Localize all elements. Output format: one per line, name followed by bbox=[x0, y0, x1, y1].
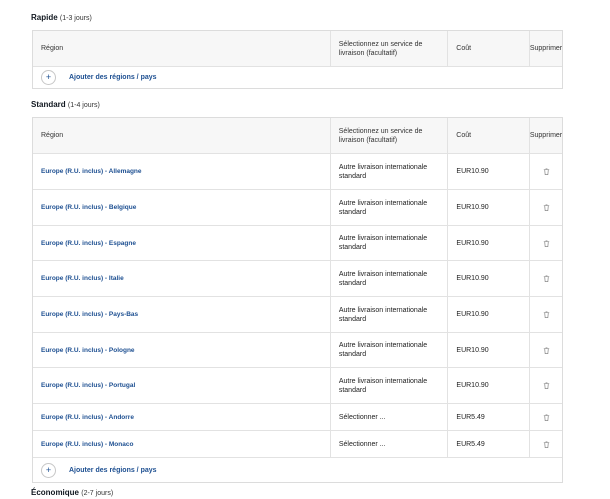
cost-value[interactable]: EUR5.49 bbox=[456, 413, 484, 422]
table-row: Europe (R.U. inclus) - Pays-Bas Autre li… bbox=[33, 296, 562, 332]
service-select[interactable]: Autre livraison internationale standard bbox=[339, 234, 448, 252]
service-select[interactable]: Autre livraison internationale standard bbox=[339, 163, 448, 181]
rapide-table: Région Sélectionnez un service de livrai… bbox=[32, 30, 563, 89]
trash-icon[interactable] bbox=[542, 440, 551, 449]
table-row: Europe (R.U. inclus) - Espagne Autre liv… bbox=[33, 225, 562, 260]
service-select[interactable]: Autre livraison internationale standard bbox=[339, 377, 448, 395]
region-link[interactable]: Europe (R.U. inclus) - Allemagne bbox=[41, 167, 142, 176]
trash-icon[interactable] bbox=[542, 274, 551, 283]
section-days: (2-7 jours) bbox=[81, 490, 114, 497]
service-select[interactable]: Autre livraison internationale standard bbox=[339, 270, 448, 288]
column-header-delete: Supprimer bbox=[528, 31, 562, 66]
section-title-rapide: Rapide (1-3 jours) bbox=[31, 13, 92, 22]
plus-circle-icon[interactable]: + bbox=[41, 70, 56, 85]
table-row: Europe (R.U. inclus) - Allemagne Autre l… bbox=[33, 153, 562, 189]
trash-icon[interactable] bbox=[542, 167, 551, 176]
table-row: Europe (R.U. inclus) - Monaco Sélectionn… bbox=[33, 430, 562, 457]
column-header-service: Sélectionnez un service de livraison (fa… bbox=[329, 31, 448, 66]
add-regions-label[interactable]: Ajouter des régions / pays bbox=[69, 74, 157, 81]
table-row: Europe (R.U. inclus) - Belgique Autre li… bbox=[33, 189, 562, 225]
region-link[interactable]: Europe (R.U. inclus) - Portugal bbox=[41, 381, 135, 390]
section-days: (1-4 jours) bbox=[67, 102, 100, 109]
service-select[interactable]: Autre livraison internationale standard bbox=[339, 341, 448, 359]
section-days: (1-3 jours) bbox=[59, 15, 92, 22]
cost-value[interactable]: EUR10.90 bbox=[456, 203, 488, 212]
add-regions-button[interactable]: + Ajouter des régions / pays bbox=[33, 66, 562, 88]
region-link[interactable]: Europe (R.U. inclus) - Pays-Bas bbox=[41, 310, 138, 319]
table-row: Europe (R.U. inclus) - Pologne Autre liv… bbox=[33, 332, 562, 367]
column-header-cost: Coût bbox=[447, 31, 529, 66]
region-link[interactable]: Europe (R.U. inclus) - Pologne bbox=[41, 346, 135, 355]
service-select[interactable]: Sélectionner ... bbox=[339, 413, 386, 422]
region-link[interactable]: Europe (R.U. inclus) - Andorre bbox=[41, 413, 134, 422]
section-name: Rapide bbox=[31, 13, 58, 22]
column-header-cost: Coût bbox=[447, 118, 529, 153]
trash-icon[interactable] bbox=[542, 381, 551, 390]
service-select[interactable]: Autre livraison internationale standard bbox=[339, 199, 448, 217]
trash-icon[interactable] bbox=[542, 346, 551, 355]
cost-value[interactable]: EUR10.90 bbox=[456, 346, 488, 355]
column-header-delete: Supprimer bbox=[528, 118, 562, 153]
column-header-service: Sélectionnez un service de livraison (fa… bbox=[329, 118, 448, 153]
table-row: Europe (R.U. inclus) - Italie Autre livr… bbox=[33, 260, 562, 296]
cost-value[interactable]: EUR10.90 bbox=[456, 310, 488, 319]
region-link[interactable]: Europe (R.U. inclus) - Belgique bbox=[41, 203, 136, 212]
trash-icon[interactable] bbox=[542, 239, 551, 248]
add-regions-label[interactable]: Ajouter des régions / pays bbox=[69, 467, 157, 474]
service-select[interactable]: Autre livraison internationale standard bbox=[339, 306, 448, 324]
column-header-region: Région bbox=[41, 132, 64, 139]
trash-icon[interactable] bbox=[542, 310, 551, 319]
standard-table: Région Sélectionnez un service de livrai… bbox=[32, 117, 563, 483]
table-row: Europe (R.U. inclus) - Andorre Sélection… bbox=[33, 403, 562, 430]
cost-value[interactable]: EUR10.90 bbox=[456, 274, 488, 283]
cost-value[interactable]: EUR5.49 bbox=[456, 440, 484, 449]
cost-value[interactable]: EUR10.90 bbox=[456, 239, 488, 248]
section-title-standard: Standard (1-4 jours) bbox=[31, 100, 100, 109]
column-header-region: Région bbox=[41, 45, 64, 52]
cost-value[interactable]: EUR10.90 bbox=[456, 381, 488, 390]
plus-circle-icon[interactable]: + bbox=[41, 462, 56, 478]
section-name: Standard bbox=[31, 100, 66, 109]
cost-value[interactable]: EUR10.90 bbox=[456, 167, 488, 176]
region-link[interactable]: Europe (R.U. inclus) - Monaco bbox=[41, 440, 133, 449]
trash-icon[interactable] bbox=[542, 413, 551, 422]
section-name: Économique bbox=[31, 488, 80, 497]
table-header-row: Région Sélectionnez un service de livrai… bbox=[33, 118, 562, 153]
table-header-row: Région Sélectionnez un service de livrai… bbox=[33, 31, 562, 66]
region-link[interactable]: Europe (R.U. inclus) - Italie bbox=[41, 274, 124, 283]
add-regions-button[interactable]: + Ajouter des régions / pays bbox=[33, 457, 562, 482]
section-title-economique: Économique (2-7 jours) bbox=[31, 488, 113, 497]
service-select[interactable]: Sélectionner ... bbox=[339, 440, 386, 449]
table-row: Europe (R.U. inclus) - Portugal Autre li… bbox=[33, 367, 562, 403]
trash-icon[interactable] bbox=[542, 203, 551, 212]
region-link[interactable]: Europe (R.U. inclus) - Espagne bbox=[41, 239, 136, 248]
